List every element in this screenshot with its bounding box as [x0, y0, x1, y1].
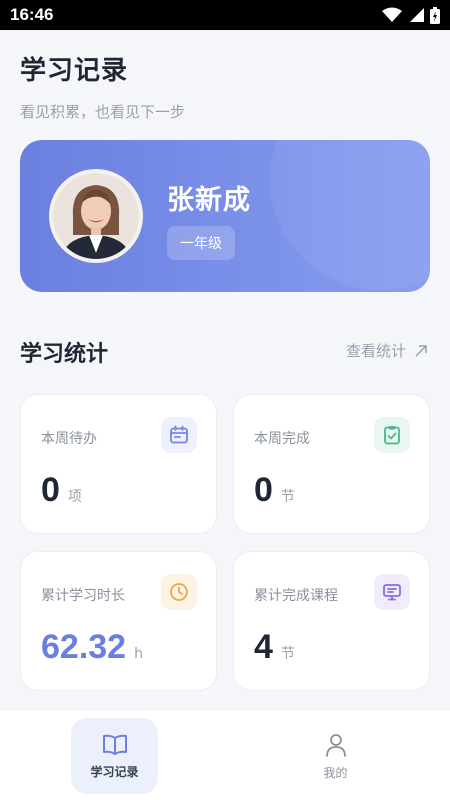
stat-unit: 节 [280, 646, 295, 662]
page-subtitle: 看见积累，也看见下一步 [20, 103, 186, 121]
stat-value-wrap: 0 节 [254, 471, 295, 510]
user-icon [325, 733, 346, 757]
stat-value-wrap: 0 项 [41, 471, 82, 510]
status-time: 16:46 [10, 5, 54, 24]
page-title: 学习记录 [20, 56, 129, 86]
clipboard-check-icon [374, 417, 410, 453]
stat-unit: 节 [280, 489, 295, 505]
wifi-icon [382, 7, 402, 22]
avatar-portrait-icon [53, 173, 139, 259]
stat-unit: h [134, 646, 143, 662]
nav-item-mine[interactable]: 我的 [292, 718, 379, 794]
avatar [49, 169, 143, 263]
stat-card-total-study-time[interactable]: 累计学习时长 62.32 h [20, 551, 217, 691]
stats-section-title: 学习统计 [20, 342, 109, 367]
stat-label: 本周待办 [41, 431, 97, 447]
stat-value: 0 [254, 471, 273, 509]
bottom-nav: 学习记录 我的 [0, 709, 450, 800]
stat-value: 0 [41, 471, 60, 509]
profile-card[interactable]: 张新成 一年级 [20, 140, 430, 292]
stat-value-wrap: 4 节 [254, 628, 295, 667]
cell-signal-icon [410, 8, 424, 22]
stat-label: 累计学习时长 [41, 588, 125, 604]
stat-value: 4 [254, 628, 273, 666]
page-header: 学习记录 看见积累，也看见下一步 [20, 50, 185, 122]
stat-card-weekly-todo[interactable]: 本周待办 0 项 [20, 394, 217, 534]
calendar-icon [161, 417, 197, 453]
book-icon [102, 734, 127, 755]
status-icons [382, 6, 440, 24]
status-bar: 16:46 [0, 0, 450, 30]
view-stats-link[interactable]: 查看统计 [346, 340, 428, 361]
stat-label: 累计完成课程 [254, 588, 338, 604]
clock-icon [161, 574, 197, 610]
battery-icon [430, 6, 440, 24]
presentation-icon [374, 574, 410, 610]
stat-card-total-courses[interactable]: 累计完成课程 4 节 [233, 551, 430, 691]
profile-name: 张新成 [167, 185, 251, 216]
nav-label: 我的 [323, 765, 348, 780]
stat-label: 本周完成 [254, 431, 310, 447]
nav-label: 学习记录 [90, 764, 139, 779]
stat-value: 62.32 [41, 628, 127, 666]
stat-value-wrap: 62.32 h [41, 628, 143, 667]
arrow-up-right-icon [415, 344, 427, 357]
grade-badge: 一年级 [167, 226, 235, 260]
stat-unit: 项 [67, 489, 82, 505]
stat-card-weekly-completed[interactable]: 本周完成 0 节 [233, 394, 430, 534]
view-stats-label: 查看统计 [345, 342, 406, 360]
nav-item-study-record[interactable]: 学习记录 [71, 718, 158, 794]
